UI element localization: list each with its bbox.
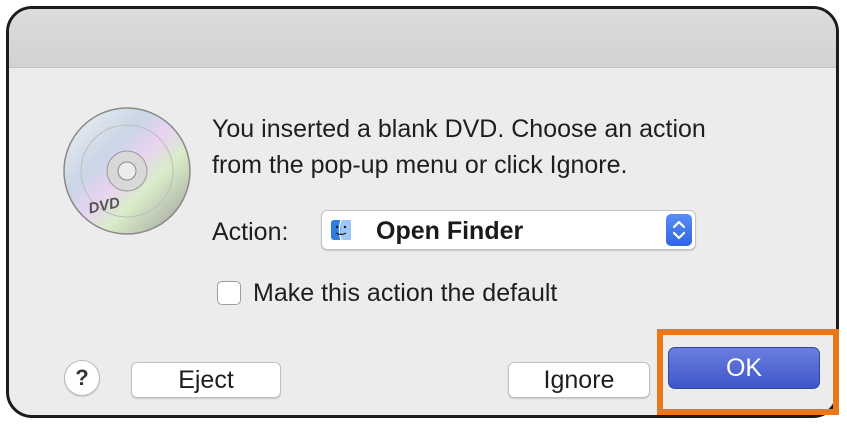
default-action-checkbox[interactable] (217, 281, 241, 305)
action-popup-value: Open Finder (376, 217, 524, 245)
chevron-up-down-icon[interactable] (666, 214, 692, 246)
finder-icon (331, 219, 351, 241)
message-line-2: from the pop-up menu or click Ignore. (212, 151, 628, 179)
action-popup-menu[interactable]: Open Finder (321, 210, 696, 250)
message-line-1: You inserted a blank DVD. Choose an acti… (212, 115, 706, 143)
eject-button[interactable]: Eject (131, 362, 281, 398)
default-action-label[interactable]: Make this action the default (253, 279, 557, 308)
ignore-button[interactable]: Ignore (508, 362, 650, 398)
action-label: Action: (212, 218, 289, 246)
dialog-titlebar[interactable] (9, 9, 836, 68)
dvd-disc-icon: DVD (63, 107, 191, 235)
ok-button[interactable]: OK (668, 347, 820, 389)
dialog-message: You inserted a blank DVD. Choose an acti… (212, 111, 812, 183)
help-button[interactable]: ? (64, 360, 100, 396)
